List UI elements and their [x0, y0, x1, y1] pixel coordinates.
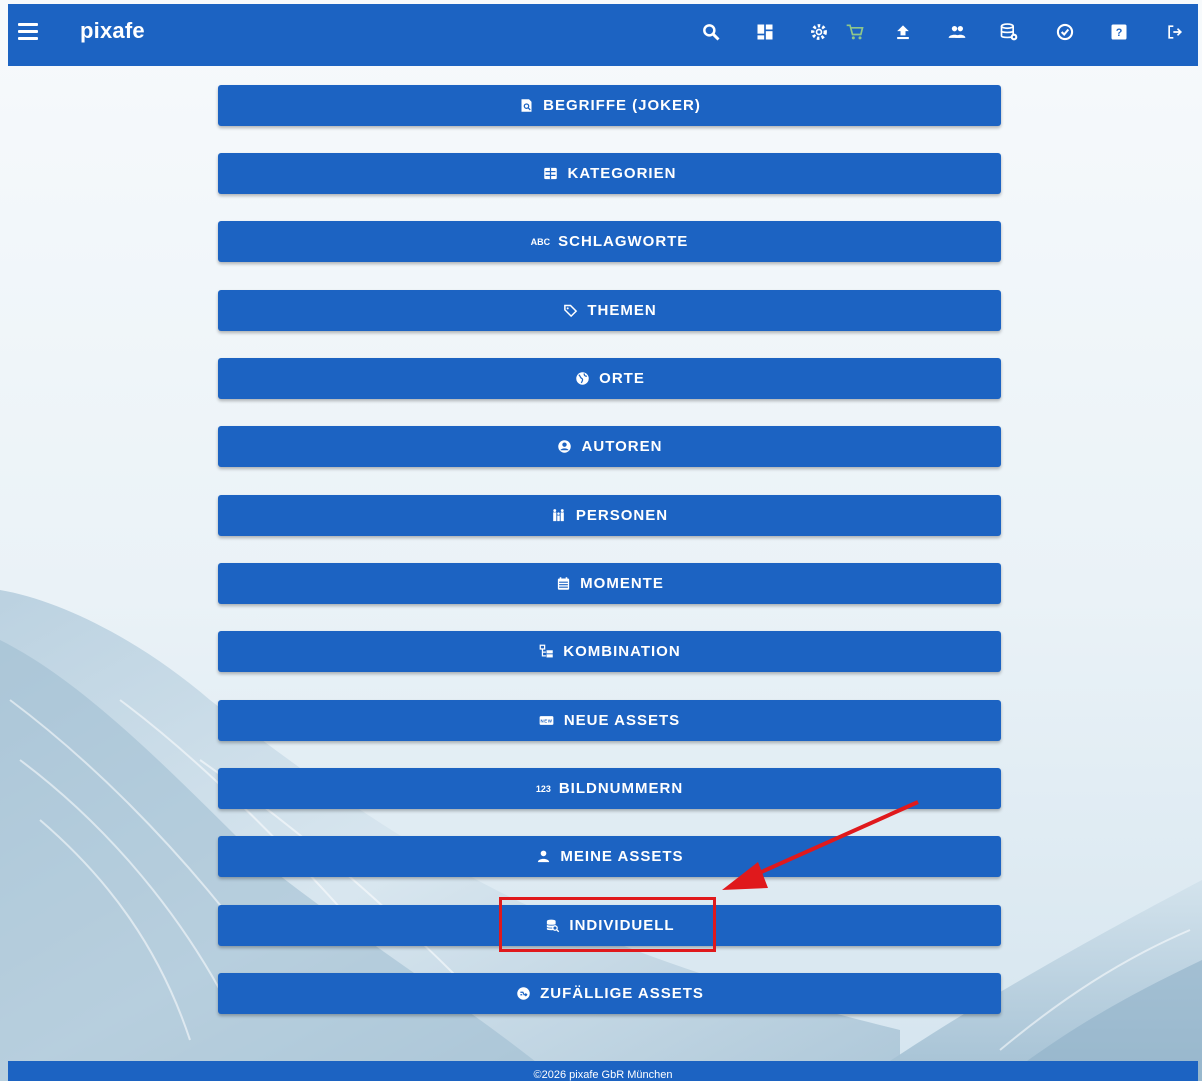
footer: ©2026 pixafe GbR München — [8, 1061, 1198, 1081]
search-icon[interactable] — [700, 21, 722, 43]
abc-icon: ABC — [530, 236, 551, 247]
user-circle-icon — [557, 439, 573, 455]
button-label: PERSONEN — [575, 507, 669, 524]
button-label: BILDNUMMERN — [558, 780, 684, 797]
top-app-bar: pixafe ? — [8, 4, 1198, 66]
zufaellige-assets-button[interactable]: ZUFÄLLIGE ASSETS — [218, 973, 1001, 1014]
button-label: ZUFÄLLIGE ASSETS — [540, 985, 704, 1002]
button-label: BEGRIFFE (JOKER) — [543, 97, 701, 114]
button-label: MEINE ASSETS — [560, 848, 684, 865]
autoren-button[interactable]: AUTOREN — [218, 426, 1001, 467]
button-label: AUTOREN — [581, 438, 663, 455]
database-settings-icon[interactable] — [998, 21, 1020, 43]
svg-text:?: ? — [1116, 27, 1123, 39]
bildnummern-button[interactable]: 123 BILDNUMMERN — [218, 768, 1001, 809]
people-icon — [551, 508, 567, 524]
neue-assets-button[interactable]: NEW NEUE ASSETS — [218, 700, 1001, 741]
orte-button[interactable]: ORTE — [218, 358, 1001, 399]
menu-icon[interactable] — [18, 23, 38, 41]
check-circle-icon[interactable] — [1054, 21, 1076, 43]
numbers-icon: 123 — [535, 783, 551, 794]
begriffe-joker-button[interactable]: BEGRIFFE (JOKER) — [218, 85, 1001, 126]
database-search-icon — [544, 918, 560, 934]
button-label: THEMEN — [587, 302, 657, 319]
person-icon — [535, 849, 551, 865]
schlagworte-button[interactable]: ABC SCHLAGWORTE — [218, 221, 1001, 262]
tag-icon — [562, 303, 578, 319]
search-document-icon — [518, 98, 534, 114]
footer-copyright: ©2026 pixafe GbR München — [533, 1069, 673, 1081]
new-badge-icon: NEW — [539, 713, 555, 729]
themen-button[interactable]: THEMEN — [218, 290, 1001, 331]
button-label: NEUE ASSETS — [563, 712, 681, 729]
globe-icon — [574, 371, 590, 387]
button-label: ORTE — [599, 370, 645, 387]
svg-text:NEW: NEW — [541, 718, 553, 723]
dashboard-icon[interactable] — [754, 21, 776, 43]
kategorien-button[interactable]: KATEGORIEN — [218, 153, 1001, 194]
button-label: MOMENTE — [580, 575, 664, 592]
calendar-icon — [555, 576, 571, 592]
button-label: SCHLAGWORTE — [558, 233, 689, 250]
users-icon[interactable] — [946, 21, 968, 43]
button-label: KOMBINATION — [563, 643, 681, 660]
grid-list-icon — [543, 166, 559, 182]
help-icon[interactable]: ? — [1108, 21, 1130, 43]
upload-icon[interactable] — [892, 21, 914, 43]
tree-icon — [538, 644, 554, 660]
random-circle-icon — [515, 986, 531, 1002]
brand-logo-text[interactable]: pixafe — [80, 18, 145, 44]
personen-button[interactable]: PERSONEN — [218, 495, 1001, 536]
button-label: KATEGORIEN — [567, 165, 677, 182]
meine-assets-button[interactable]: MEINE ASSETS — [218, 836, 1001, 877]
button-label: INDIVIDUELL — [569, 917, 675, 934]
cart-icon[interactable] — [844, 21, 866, 43]
settings-icon[interactable] — [808, 21, 830, 43]
logout-icon[interactable] — [1164, 21, 1186, 43]
momente-button[interactable]: MOMENTE — [218, 563, 1001, 604]
individuell-button[interactable]: INDIVIDUELL — [218, 905, 1001, 946]
kombination-button[interactable]: KOMBINATION — [218, 631, 1001, 672]
